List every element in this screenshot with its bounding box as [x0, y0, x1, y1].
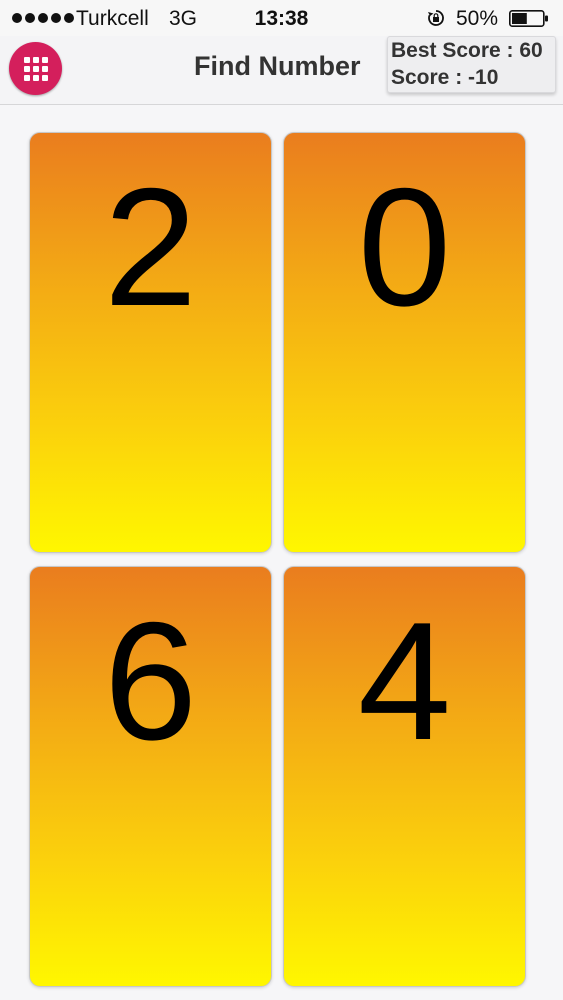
- battery-icon: [509, 10, 548, 27]
- card-number: 0: [357, 153, 452, 341]
- status-bar: Turkcell 3G 13:38 50%: [0, 0, 563, 36]
- grid-icon: [23, 56, 48, 81]
- rotation-lock-icon: [428, 10, 444, 26]
- number-card[interactable]: 4: [283, 566, 526, 987]
- number-card[interactable]: 2: [29, 132, 272, 553]
- card-number: 6: [103, 587, 198, 775]
- battery-percent: 50%: [456, 7, 499, 30]
- current-score: Score : -10: [391, 66, 499, 89]
- app-header: Find Number Best Score : 60 Score : -10: [0, 36, 563, 105]
- best-score: Best Score : 60: [391, 39, 543, 62]
- number-card[interactable]: 6: [29, 566, 272, 987]
- menu-button[interactable]: [9, 42, 62, 95]
- card-number: 4: [357, 587, 452, 775]
- page-title: Find Number: [194, 51, 361, 81]
- number-card[interactable]: 0: [283, 132, 526, 553]
- score-panel: Best Score : 60 Score : -10: [387, 36, 556, 93]
- card-number: 2: [103, 153, 198, 341]
